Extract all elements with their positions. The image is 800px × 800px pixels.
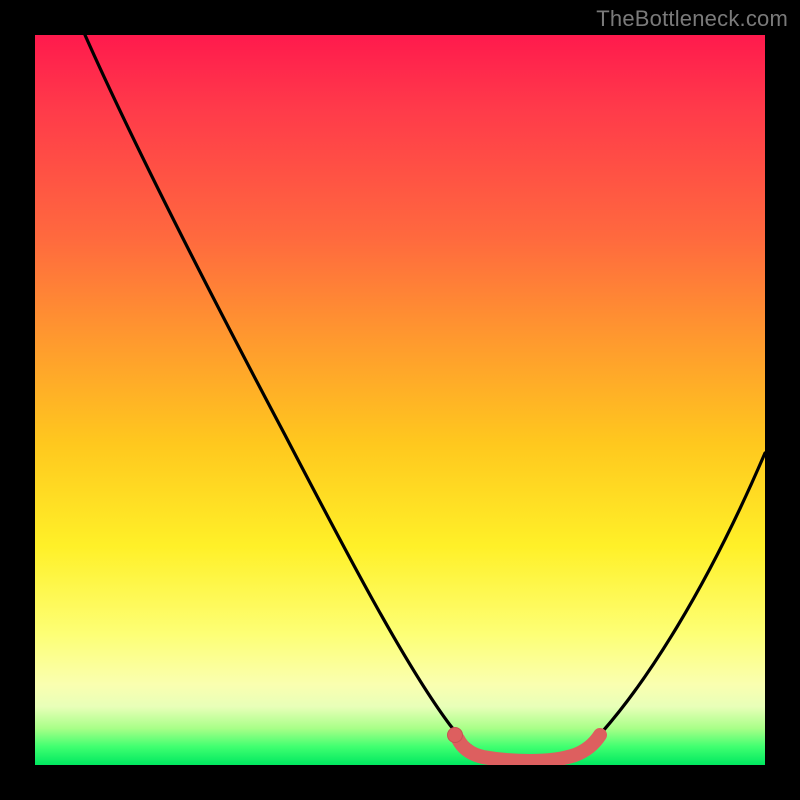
bottleneck-curve-svg: [35, 35, 765, 765]
chart-frame: TheBottleneck.com: [0, 0, 800, 800]
watermark-text: TheBottleneck.com: [596, 6, 788, 32]
sweet-spot-start-dot: [448, 728, 463, 743]
sweet-spot-band: [458, 735, 600, 761]
bottleneck-curve: [85, 35, 765, 759]
plot-area: [35, 35, 765, 765]
